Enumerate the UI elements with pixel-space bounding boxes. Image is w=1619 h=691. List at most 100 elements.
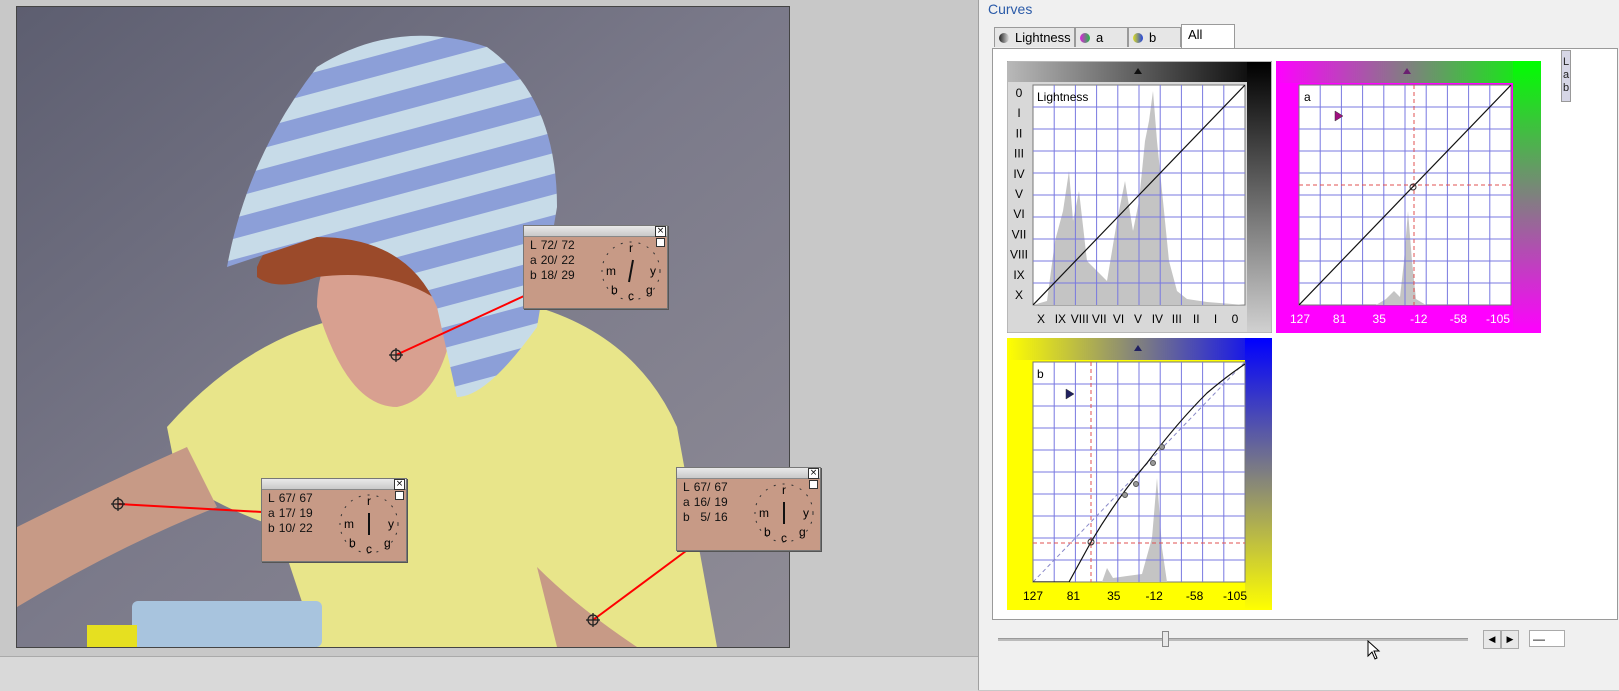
svg-text:g: g <box>384 536 391 550</box>
sampler-target-2 <box>111 497 125 511</box>
svg-text:g: g <box>646 283 653 297</box>
sampler-line-2 <box>117 503 263 513</box>
lightness-icon <box>999 33 1009 43</box>
side-letter: b <box>1563 82 1570 94</box>
sampler-values: L 67/67 a 16/19 b 5/16 <box>683 480 728 524</box>
curves-area: Lightness 0 I II III IV V VI VII VIII IX X X IX VIII… <box>992 48 1618 620</box>
x-tick-label: IX <box>1055 312 1066 326</box>
sampler-line-3 <box>592 547 691 621</box>
side-letter: a <box>1563 69 1570 81</box>
y-tick-label: IV <box>1013 167 1024 181</box>
sampler-titlebar[interactable]: × <box>677 468 820 479</box>
y-tick-label: I <box>1017 106 1020 120</box>
bottom-controls: ◀ ▶ — <box>992 628 1565 650</box>
y-tick-label: VII <box>1012 227 1027 241</box>
scroll-left-button[interactable]: ◀ <box>1483 630 1501 649</box>
x-tick-label: II <box>1193 312 1200 326</box>
x-tick-label: VI <box>1113 312 1124 326</box>
x-tick-label: III <box>1172 312 1182 326</box>
side-letters: L a b <box>1563 56 1569 95</box>
sampler-readout-3[interactable]: × L 67/67 a 16/19 b 5/16 r m y b g c <box>676 467 821 551</box>
x-tick-label: VII <box>1092 312 1107 326</box>
sampler-line-1 <box>395 295 525 356</box>
x-tick-label: -12 <box>1146 589 1164 603</box>
svg-text:b: b <box>764 525 771 539</box>
slider-track[interactable] <box>998 638 1468 641</box>
x-tick-label: V <box>1134 312 1142 326</box>
close-icon[interactable]: × <box>655 226 666 237</box>
y-tick-label: IX <box>1013 268 1024 282</box>
x-tick-label: I <box>1214 312 1217 326</box>
tab-label: All <box>1188 27 1203 42</box>
sampler-readout-1[interactable]: × L 72/72 a 20/22 b 18/29 r m y b g c <box>523 225 668 309</box>
sampler-titlebar[interactable]: × <box>524 226 667 237</box>
x-tick-label: 81 <box>1067 589 1081 603</box>
x-tick-label: -105 <box>1486 312 1510 326</box>
color-dial: r m y b g c <box>753 482 815 545</box>
y-tick-label: II <box>1016 126 1023 140</box>
svg-text:r: r <box>367 494 371 508</box>
y-tick-label: VIII <box>1010 248 1028 262</box>
x-tick-label: 0 <box>1232 312 1239 326</box>
curves-panel: Curves Lightness a b All Lightness 0 I I… <box>978 0 1619 690</box>
sampler-readout-2[interactable]: × L 67/67 a 17/19 b 10/22 r m y b g c <box>261 478 407 562</box>
x-tick-label: X <box>1037 312 1045 326</box>
panel-title: Curves <box>988 1 1033 17</box>
curve-name: Lightness <box>1037 90 1088 104</box>
x-tick-label: -58 <box>1186 589 1204 603</box>
tab-lightness[interactable]: Lightness <box>994 27 1075 47</box>
svg-text:y: y <box>650 264 656 278</box>
a-curve[interactable]: a 127 81 35 -12 -58 -105 <box>1276 61 1541 338</box>
close-icon[interactable]: × <box>808 468 819 479</box>
x-tick-label: IV <box>1152 312 1163 326</box>
b-curve[interactable]: b 127 81 35 -12 -58 -105 <box>1007 338 1272 615</box>
value-field[interactable]: — <box>1529 630 1565 647</box>
y-tick-label: 0 <box>1016 86 1023 100</box>
color-dial: r m y b g c <box>600 240 662 303</box>
svg-text:m: m <box>344 517 354 531</box>
svg-text:c: c <box>628 289 634 302</box>
lightness-curve[interactable]: Lightness 0 I II III IV V VI VII VIII IX X X IX VIII… <box>1006 60 1273 338</box>
sampler-lines <box>111 295 691 627</box>
slider-thumb[interactable] <box>1162 631 1169 647</box>
sampler-titlebar[interactable]: × <box>262 479 406 490</box>
mouse-cursor-icon <box>1367 640 1381 660</box>
curve-name: b <box>1037 367 1044 381</box>
status-bar <box>0 656 978 691</box>
b-channel-icon <box>1133 33 1143 43</box>
x-tick-label: 35 <box>1373 312 1387 326</box>
svg-text:c: c <box>366 542 372 555</box>
svg-text:m: m <box>606 264 616 278</box>
y-tick-label: VI <box>1013 207 1024 221</box>
sampler-target-3 <box>586 613 600 627</box>
svg-text:y: y <box>388 517 394 531</box>
color-dial: r m y b g c <box>338 493 400 556</box>
x-tick-label: 127 <box>1290 312 1310 326</box>
x-tick-label: 81 <box>1333 312 1347 326</box>
sampler-target-1 <box>389 348 403 362</box>
x-tick-label: 127 <box>1023 589 1043 603</box>
y-tick-label: V <box>1015 187 1023 201</box>
scroll-right-button[interactable]: ▶ <box>1501 630 1519 649</box>
sampler-values: L 67/67 a 17/19 b 10/22 <box>268 491 313 535</box>
y-tick-label: III <box>1014 147 1024 161</box>
svg-text:b: b <box>611 283 618 297</box>
tab-b[interactable]: b <box>1128 27 1181 47</box>
x-tick-label: VIII <box>1071 312 1089 326</box>
y-tick-label: X <box>1015 288 1023 302</box>
x-tick-label: 35 <box>1107 589 1121 603</box>
tab-all[interactable]: All <box>1181 24 1235 49</box>
x-tick-label: -12 <box>1410 312 1428 326</box>
side-letter: L <box>1563 56 1570 68</box>
curve-name: a <box>1304 90 1311 104</box>
svg-text:r: r <box>782 483 786 497</box>
tab-a[interactable]: a <box>1075 27 1128 47</box>
svg-text:b: b <box>349 536 356 550</box>
close-icon[interactable]: × <box>394 479 405 490</box>
svg-text:c: c <box>781 531 787 544</box>
sampler-values: L 72/72 a 20/22 b 18/29 <box>530 238 575 282</box>
x-tick-label: -105 <box>1223 589 1247 603</box>
tab-label: Lightness <box>1015 30 1071 45</box>
svg-text:y: y <box>803 506 809 520</box>
svg-text:r: r <box>629 241 633 255</box>
